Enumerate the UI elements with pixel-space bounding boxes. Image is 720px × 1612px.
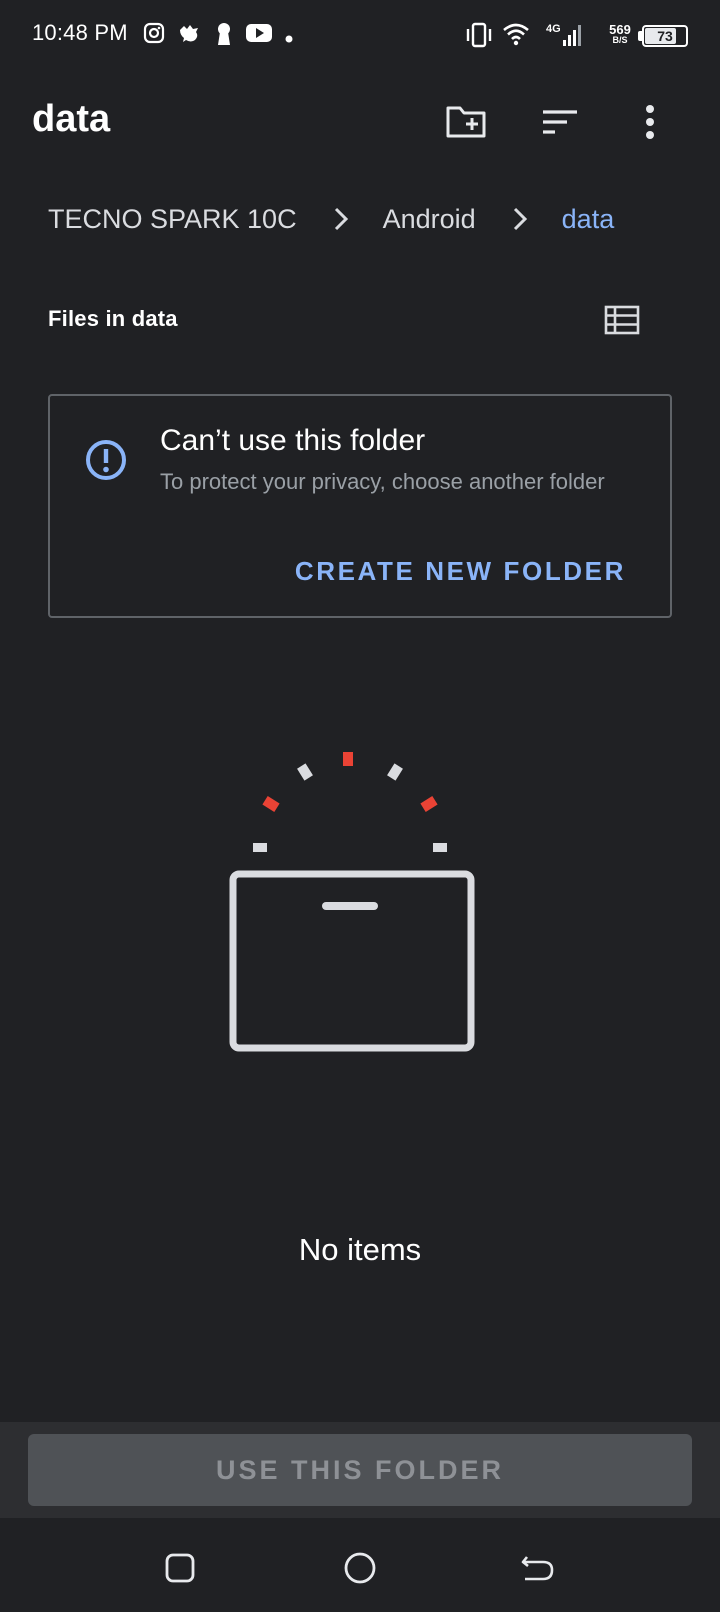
page-title: data	[32, 98, 111, 140]
warning-description: To protect your privacy, choose another …	[160, 469, 605, 494]
network-type-label: 4G	[546, 23, 561, 35]
more-vert-icon	[646, 105, 654, 139]
keyhole-icon	[214, 22, 234, 51]
view-toggle-button[interactable]	[598, 300, 646, 340]
create-new-folder-button[interactable]: CREATE NEW FOLDER	[295, 556, 626, 587]
recents-icon	[165, 1553, 195, 1583]
vibrate-icon	[465, 22, 493, 53]
net-speed: 569 B/S	[604, 22, 636, 46]
youtube-icon	[246, 22, 272, 49]
status-bar: 10:48 PM 4G 569 B/S 73	[0, 0, 720, 72]
use-this-folder-button[interactable]: USE THIS FOLDER	[28, 1434, 692, 1506]
breadcrumb-item-android[interactable]: Android	[383, 204, 476, 235]
empty-state-text: No items	[298, 1232, 422, 1267]
chevron-right-icon	[334, 207, 348, 231]
more-options-button[interactable]	[626, 98, 674, 146]
sort-button[interactable]	[536, 98, 584, 146]
breadcrumb-item-device[interactable]: TECNO SPARK 10C	[48, 204, 297, 235]
breadcrumb: TECNO SPARK 10C Android data	[48, 198, 614, 240]
list-view-icon	[604, 305, 640, 335]
warning-title: Can’t use this folder	[160, 424, 426, 457]
dot-icon	[285, 30, 293, 48]
back-button[interactable]	[508, 1540, 568, 1596]
file-picker-screen: 10:48 PM 4G 569 B/S 73 data TECNO SPARK …	[0, 0, 720, 1612]
home-icon	[344, 1552, 376, 1584]
chevron-right-icon	[513, 207, 527, 231]
navigation-bar	[0, 1518, 720, 1612]
instagram-icon	[143, 22, 165, 49]
home-button[interactable]	[330, 1540, 390, 1596]
new-folder-icon	[446, 106, 486, 138]
bottom-action-bar: USE THIS FOLDER	[0, 1422, 720, 1518]
back-icon	[521, 1556, 554, 1581]
section-title: Files in data	[48, 306, 178, 331]
recents-button[interactable]	[150, 1540, 210, 1596]
wifi-icon	[502, 22, 530, 51]
net-speed-value: 569	[609, 22, 631, 37]
status-time: 10:48 PM	[32, 20, 128, 45]
empty-box-icon	[200, 740, 520, 1090]
bird-icon	[177, 22, 201, 51]
warning-card: Can’t use this folder To protect your pr…	[48, 394, 672, 618]
signal-4g-icon: 4G	[545, 20, 585, 53]
battery-level: 73	[657, 28, 673, 44]
alert-circle-icon	[84, 438, 128, 487]
breadcrumb-item-data[interactable]: data	[562, 204, 615, 235]
battery-icon: 73	[642, 25, 688, 47]
new-folder-button[interactable]	[442, 98, 490, 146]
sort-icon	[543, 110, 577, 134]
